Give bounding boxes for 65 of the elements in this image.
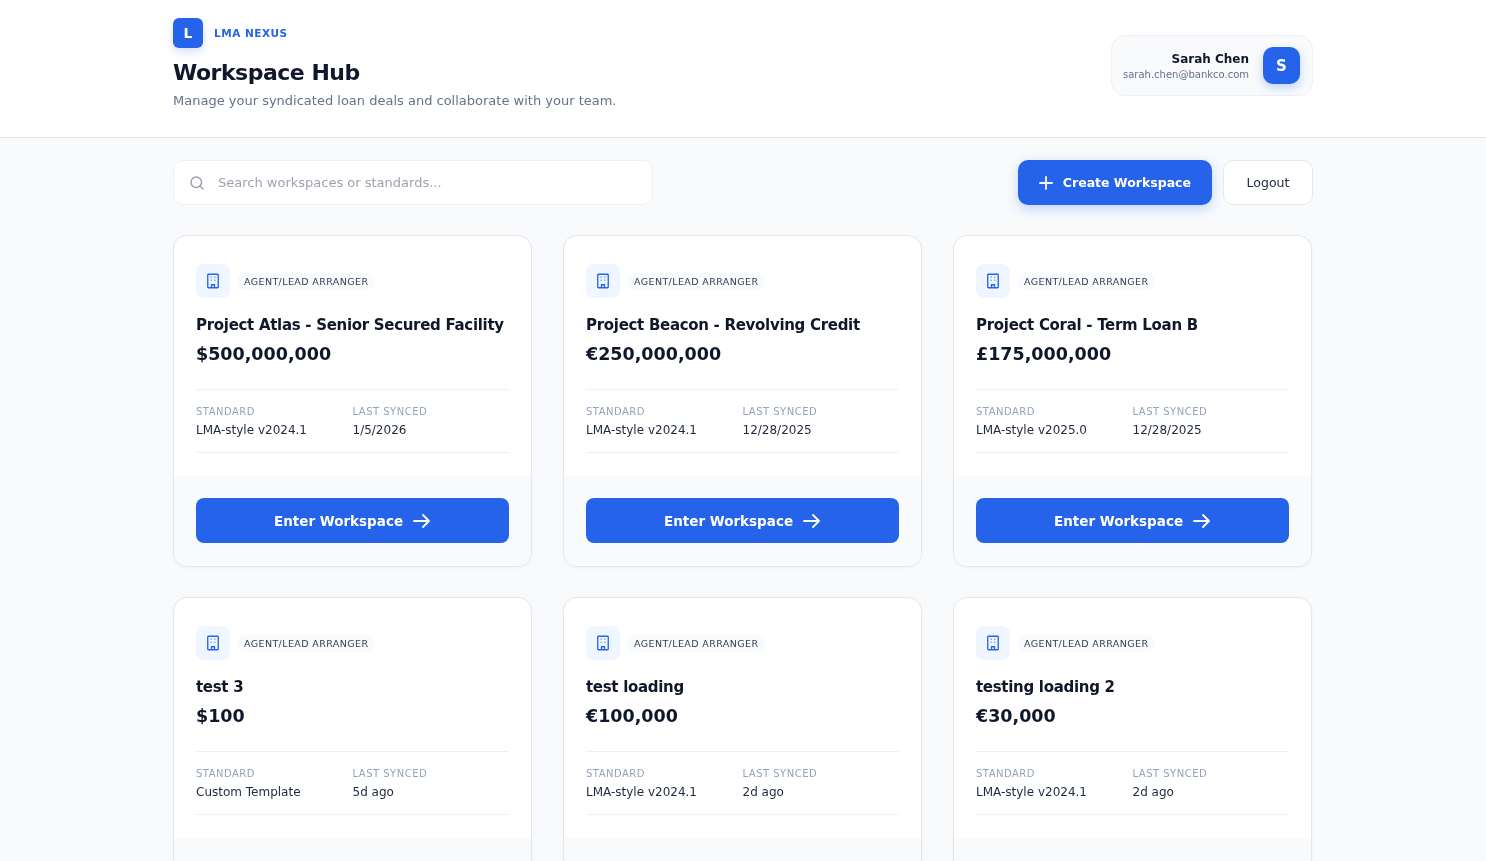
user-name: Sarah Chen [1171,51,1249,66]
workspace-amount: $500,000,000 [196,344,333,364]
arrow-right-icon [803,513,822,528]
user-avatar: S [1263,47,1300,84]
enter-workspace-button[interactable]: Enter Workspace [976,498,1289,543]
meta-label: STANDARD [976,768,1036,779]
meta-label: STANDARD [586,768,646,779]
enter-workspace-button[interactable]: Enter Workspace [586,498,899,543]
workspace-amount: €30,000 [976,706,1057,726]
role-tag: AGENT/LEAD ARRANGER [237,634,376,652]
brand-name: LMA NEXUS [214,27,288,39]
last-synced-value: 2d ago [1132,785,1175,799]
building-icon [196,264,230,298]
role-tag: AGENT/LEAD ARRANGER [627,634,766,652]
logout-button[interactable]: Logout [1223,160,1313,205]
workspace-amount: €100,000 [586,706,679,726]
workspace-title: Project Atlas - Senior Secured Facility [196,316,505,334]
building-icon [196,626,230,660]
building-icon [586,264,620,298]
arrow-right-icon [1193,513,1212,528]
role-tag: AGENT/LEAD ARRANGER [1017,272,1156,290]
standard-value: LMA-style v2025.0 [976,423,1088,437]
search-field[interactable]: Search workspaces or standards... [173,160,653,205]
create-workspace-button[interactable]: Create Workspace [1017,160,1212,205]
page-subtitle: Manage your syndicated loan deals and collaborate with your team. [173,93,617,108]
standard-value: Custom Template [196,785,302,799]
meta-label: STANDARD [196,768,256,779]
meta-label: LAST SYNCED [1132,406,1209,417]
role-tag: AGENT/LEAD ARRANGER [627,272,766,290]
meta-label: STANDARD [586,406,646,417]
last-synced-value: 2d ago [742,785,785,799]
workspace-amount: $100 [196,706,246,726]
building-icon [976,626,1010,660]
last-synced-value: 12/28/2025 [742,423,813,437]
workspace-amount: £175,000,000 [976,344,1113,364]
meta-label: STANDARD [976,406,1036,417]
workspace-title: Project Coral - Term Loan B [976,316,1199,334]
meta-label: LAST SYNCED [352,406,429,417]
workspace-title: test 3 [196,678,245,696]
arrow-right-icon [413,513,432,528]
last-synced-value: 1/5/2026 [352,423,408,437]
workspace-title: testing loading 2 [976,678,1116,696]
workspace-title: Project Beacon - Revolving Credit [586,316,861,334]
enter-workspace-button[interactable]: Enter Workspace [196,498,509,543]
standard-value: LMA-style v2024.1 [976,785,1088,799]
meta-label: LAST SYNCED [352,768,429,779]
meta-label: LAST SYNCED [742,768,819,779]
building-icon [976,264,1010,298]
standard-value: LMA-style v2024.1 [196,423,308,437]
standard-value: LMA-style v2024.1 [586,785,698,799]
logo-badge: L [173,18,203,48]
standard-value: LMA-style v2024.1 [586,423,698,437]
role-tag: AGENT/LEAD ARRANGER [237,272,376,290]
last-synced-value: 12/28/2025 [1132,423,1203,437]
meta-label: STANDARD [196,406,256,417]
workspace-title: test loading [586,678,685,696]
role-tag: AGENT/LEAD ARRANGER [1017,634,1156,652]
page-title: Workspace Hub [173,60,361,85]
building-icon [586,626,620,660]
workspace-amount: €250,000,000 [586,344,723,364]
meta-label: LAST SYNCED [1132,768,1209,779]
meta-label: LAST SYNCED [742,406,819,417]
last-synced-value: 5d ago [352,785,395,799]
plus-icon [1038,175,1053,190]
user-email: sarah.chen@bankco.com [1123,68,1249,80]
